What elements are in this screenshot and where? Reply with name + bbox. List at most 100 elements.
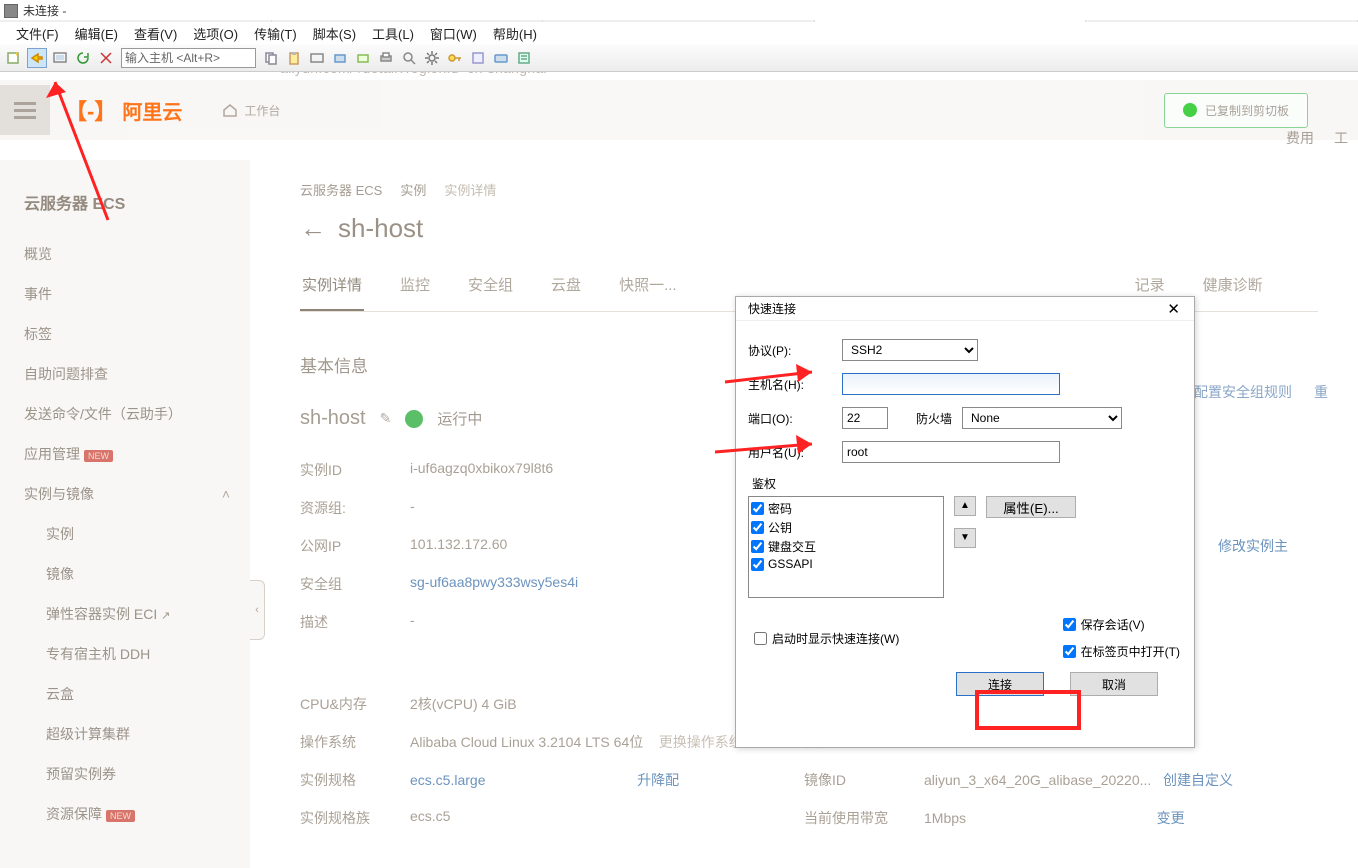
sidebar-item-resguard[interactable]: 资源保障NEW bbox=[0, 794, 250, 834]
action-change-os[interactable]: 更换操作系统 bbox=[659, 734, 743, 750]
value-spec[interactable]: ecs.c5.large bbox=[410, 772, 485, 788]
toolbar-key-icon[interactable] bbox=[445, 48, 465, 68]
host-input[interactable]: 输入主机 <Alt+R> bbox=[121, 48, 256, 68]
toolbar-sessions-icon[interactable] bbox=[50, 48, 70, 68]
close-icon[interactable]: ✕ bbox=[1161, 298, 1186, 320]
sidebar-title: 云服务器 ECS bbox=[0, 180, 250, 234]
title-text: 未连接 - bbox=[23, 2, 66, 19]
toolbar-settings-icon[interactable] bbox=[422, 48, 442, 68]
cost-link[interactable]: 费用 bbox=[1286, 128, 1314, 148]
work-link[interactable]: 工 bbox=[1334, 128, 1348, 148]
sidebar-item-ddh[interactable]: 专有宿主机 DDH bbox=[0, 634, 250, 674]
tab-disk[interactable]: 云盘 bbox=[549, 274, 583, 311]
tab-detail[interactable]: 实例详情 bbox=[300, 274, 364, 311]
toolbar-btn[interactable] bbox=[491, 48, 511, 68]
cancel-button[interactable]: 取消 bbox=[1070, 672, 1158, 696]
toolbar-btn[interactable] bbox=[330, 48, 350, 68]
auth-list[interactable]: 密码 公钥 键盘交互 GSSAPI bbox=[748, 496, 944, 598]
checkbox-save-session[interactable]: 保存会话(V) bbox=[1063, 616, 1180, 633]
tab-health[interactable]: 健康诊断 bbox=[1201, 274, 1265, 311]
action-reboot[interactable]: 重 bbox=[1314, 382, 1328, 402]
toolbar-paste-icon[interactable] bbox=[284, 48, 304, 68]
auth-item-password[interactable]: 密码 bbox=[751, 499, 941, 518]
menu-view[interactable]: 查看(V) bbox=[126, 22, 185, 45]
menu-script[interactable]: 脚本(S) bbox=[305, 22, 364, 45]
workbench-link[interactable]: 工作台 bbox=[222, 102, 280, 119]
label-protocol: 协议(P): bbox=[748, 342, 832, 359]
logo[interactable]: 【-】阿里云 bbox=[65, 94, 182, 126]
sidebar-item-instance[interactable]: 实例 bbox=[0, 514, 250, 554]
tab-monitor[interactable]: 监控 bbox=[398, 274, 432, 311]
checkbox-open-in-tab[interactable]: 在标签页中打开(T) bbox=[1063, 643, 1180, 660]
action-config-sg[interactable]: 配置安全组规则 bbox=[1194, 382, 1292, 402]
toolbar-disconnect-icon[interactable] bbox=[96, 48, 116, 68]
connect-button[interactable]: 连接 bbox=[956, 672, 1044, 696]
sidebar-item-appmgmt[interactable]: 应用管理NEW bbox=[0, 434, 250, 474]
quick-connect-dialog: 快速连接 ✕ 协议(P): SSH2 主机名(H): 端口(O): 防火墙 No… bbox=[735, 296, 1195, 748]
menu-transfer[interactable]: 传输(T) bbox=[246, 22, 305, 45]
breadcrumb: 云服务器 ECS 实例 实例详情 bbox=[300, 180, 1318, 199]
sidebar-item-selfhelp[interactable]: 自助问题排查 bbox=[0, 354, 250, 394]
username-input[interactable] bbox=[842, 441, 1060, 463]
toolbar-copy-icon[interactable] bbox=[261, 48, 281, 68]
toolbar-btn[interactable] bbox=[353, 48, 373, 68]
sidebar-item-reserved[interactable]: 预留实例券 bbox=[0, 754, 250, 794]
auth-item-publickey[interactable]: 公钥 bbox=[751, 518, 941, 537]
sidebar-item-sendcmd[interactable]: 发送命令/文件（云助手） bbox=[0, 394, 250, 434]
crumb-item[interactable]: 云服务器 ECS bbox=[300, 180, 382, 199]
toolbar-new-icon[interactable] bbox=[4, 48, 24, 68]
checkbox-show-on-start[interactable]: 启动时显示快速连接(W) bbox=[754, 616, 899, 660]
value-os: Alibaba Cloud Linux 3.2104 LTS 64位 bbox=[410, 734, 643, 750]
label-spec: 实例规格 bbox=[300, 770, 410, 790]
sidebar-item-events[interactable]: 事件 bbox=[0, 274, 250, 314]
toolbar-reconnect-icon[interactable] bbox=[73, 48, 93, 68]
sidebar-item-cloudbox[interactable]: 云盒 bbox=[0, 674, 250, 714]
sidebar-item-tags[interactable]: 标签 bbox=[0, 314, 250, 354]
sidebar-item-scc[interactable]: 超级计算集群 bbox=[0, 714, 250, 754]
sidebar-item-eci[interactable]: 弹性容器实例 ECI ↗ bbox=[0, 594, 250, 634]
hostname-input[interactable] bbox=[842, 373, 1060, 395]
toolbar-btn[interactable] bbox=[468, 48, 488, 68]
action-resize[interactable]: 升降配 bbox=[637, 772, 679, 788]
toolbar-find-icon[interactable] bbox=[399, 48, 419, 68]
chevron-up-icon: ˄ bbox=[222, 486, 230, 502]
menu-help[interactable]: 帮助(H) bbox=[485, 22, 545, 45]
value-bandwidth: 1Mbps bbox=[924, 810, 966, 826]
tab-sg[interactable]: 安全组 bbox=[466, 274, 515, 311]
port-input[interactable] bbox=[842, 407, 888, 429]
new-badge: NEW bbox=[84, 450, 113, 462]
sidebar: 云服务器 ECS 概览 事件 标签 自助问题排查 发送命令/文件（云助手） 应用… bbox=[0, 160, 250, 868]
move-up-button[interactable]: ▲ bbox=[954, 496, 976, 516]
menu-window[interactable]: 窗口(W) bbox=[422, 22, 485, 45]
value-image: aliyun_3_x64_20G_alibase_20220... bbox=[924, 772, 1151, 788]
tab-snapshot[interactable]: 快照一... bbox=[617, 274, 679, 311]
toolbar-btn[interactable] bbox=[514, 48, 534, 68]
properties-button[interactable]: 属性(E)... bbox=[986, 496, 1076, 518]
sidebar-group-instances[interactable]: 实例与镜像˄ bbox=[0, 474, 250, 514]
sidebar-item-image[interactable]: 镜像 bbox=[0, 554, 250, 594]
move-down-button[interactable]: ▼ bbox=[954, 528, 976, 548]
hamburger-icon[interactable] bbox=[0, 85, 50, 135]
menu-tools[interactable]: 工具(L) bbox=[364, 22, 422, 45]
pencil-icon[interactable]: ✎ bbox=[380, 410, 392, 427]
cloud-header: 【-】阿里云 工作台 已复制到剪切板 bbox=[0, 80, 1358, 140]
firewall-select[interactable]: None bbox=[962, 407, 1122, 429]
toolbar-btn[interactable] bbox=[307, 48, 327, 68]
crumb-item[interactable]: 实例 bbox=[400, 180, 426, 199]
menu-file[interactable]: 文件(F) bbox=[8, 22, 67, 45]
auth-item-gssapi[interactable]: GSSAPI bbox=[751, 556, 941, 572]
menu-options[interactable]: 选项(O) bbox=[185, 22, 246, 45]
protocol-select[interactable]: SSH2 bbox=[842, 339, 978, 361]
label-auth: 鉴权 bbox=[752, 475, 1184, 492]
app-icon bbox=[4, 4, 18, 18]
toast-copied: 已复制到剪切板 bbox=[1164, 93, 1308, 128]
dialog-title: 快速连接 bbox=[748, 300, 796, 317]
action-change-bw[interactable]: 变更 bbox=[1157, 810, 1185, 826]
toolbar-quickconnect-icon[interactable] bbox=[27, 48, 47, 68]
toolbar-print-icon[interactable] bbox=[376, 48, 396, 68]
sidebar-item-overview[interactable]: 概览 bbox=[0, 234, 250, 274]
auth-item-keyboard[interactable]: 键盘交互 bbox=[751, 537, 941, 556]
back-arrow-icon[interactable]: ← bbox=[300, 213, 326, 244]
action-create-custom[interactable]: 创建自定义 bbox=[1163, 772, 1233, 788]
menu-edit[interactable]: 编辑(E) bbox=[67, 22, 126, 45]
